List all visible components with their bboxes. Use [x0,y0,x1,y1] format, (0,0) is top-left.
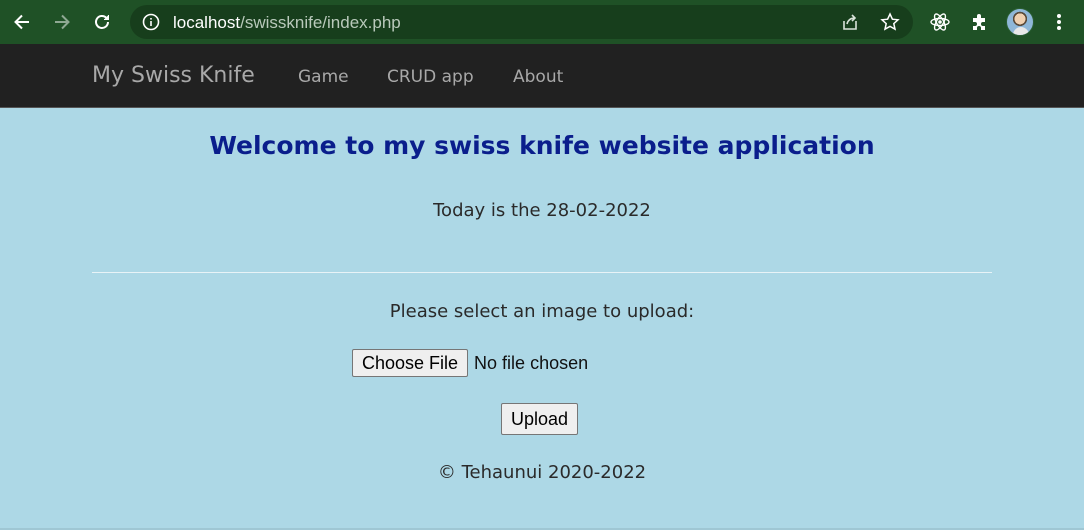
nav-link-about[interactable]: About [513,67,563,87]
arrow-left-icon [14,14,29,30]
bookmark-star-icon[interactable] [879,11,901,33]
forward-button[interactable] [47,7,77,37]
url-host: localhost [173,13,241,32]
back-button[interactable] [7,7,37,37]
url-text[interactable]: localhost/swissknife/index.php [173,13,401,33]
extensions-puzzle-icon[interactable] [967,8,993,36]
browser-menu-icon[interactable] [1046,8,1072,36]
file-status-text: No file chosen [474,352,589,373]
upload-prompt: Please select an image to upload: [389,301,695,322]
reload-button[interactable] [87,7,117,37]
upload-button[interactable]: Upload [501,403,579,435]
choose-file-button[interactable]: Choose File [352,349,469,377]
divider [92,272,992,273]
nav-link-game[interactable]: Game [298,67,349,87]
footer-copyright: © Tehaunui 2020-2022 [437,462,647,483]
browser-toolbar: localhost/swissknife/index.php [0,0,1084,44]
url-path: /swissknife/index.php [240,13,401,32]
brand-link[interactable]: My Swiss Knife [92,63,255,88]
date-text: Today is the 28-02-2022 [433,200,651,221]
arrow-right-icon [55,14,70,30]
profile-avatar[interactable] [1006,8,1034,36]
site-navbar: My Swiss Knife Game CRUD app About [0,44,1084,108]
nav-link-crud-app[interactable]: CRUD app [387,67,474,87]
address-bar[interactable]: localhost/swissknife/index.php [130,5,913,39]
react-devtools-icon[interactable] [927,8,953,36]
reload-icon [95,15,109,29]
share-icon[interactable] [839,11,861,33]
page-title: Welcome to my swiss knife website applic… [209,131,875,160]
info-icon[interactable] [142,13,160,35]
file-input[interactable]: Choose File No file chosen [352,349,588,377]
